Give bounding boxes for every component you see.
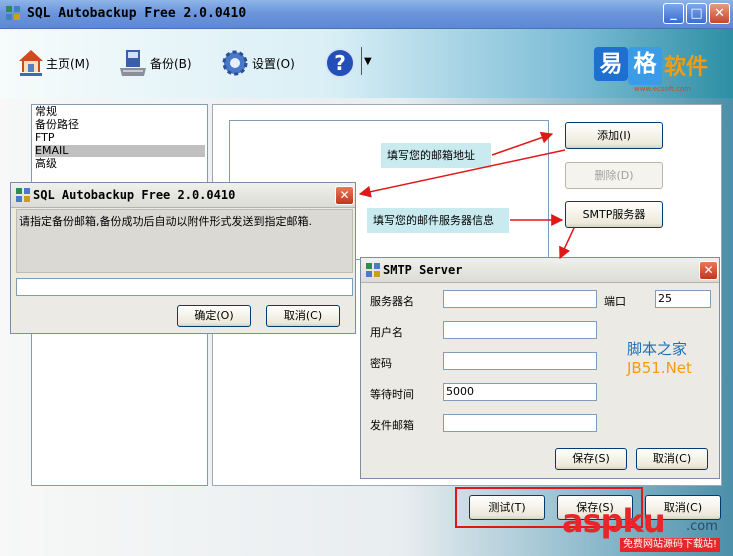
category-item-backup-path[interactable]: 备份路径 (35, 119, 79, 131)
main-titlebar[interactable]: SQL Autobackup Free 2.0.0410 _ □ ✕ (0, 0, 733, 29)
brand-logo: 易 格 软件 www.ecsoft.com (594, 47, 720, 99)
toolbar-settings-label: 设置(O) (252, 56, 295, 71)
jb51-watermark-line1: 脚本之家 (627, 338, 687, 359)
username-input[interactable] (443, 321, 597, 339)
email-dialog-ok-button[interactable]: 确定(O) (177, 305, 251, 327)
email-dialog-message: 请指定备份邮箱,备份成功后自动以附件形式发送到指定邮箱. (19, 215, 312, 228)
password-label: 密码 (370, 357, 392, 370)
app-icon (366, 263, 380, 277)
email-address-input[interactable] (16, 278, 353, 296)
timeout-label: 等待时间 (370, 388, 414, 401)
callout-mail-address: 填写您的邮箱地址 (381, 143, 491, 168)
delete-email-button[interactable]: 删除(D) (565, 162, 663, 189)
brand-glyph-2: 格 (628, 47, 662, 85)
smtp-dialog-titlebar[interactable]: SMTP Server ✕ (361, 258, 719, 283)
smtp-cancel-button[interactable]: 取消(C) (636, 448, 708, 470)
brand-subtitle: www.ecsoft.com (634, 85, 692, 93)
add-email-button[interactable]: 添加(I) (565, 122, 663, 149)
toolbar-backup-label: 备份(B) (150, 56, 192, 71)
jb51-watermark-line2: JB51.Net (627, 359, 692, 377)
brand-word: 软件 (664, 55, 709, 80)
maximize-button[interactable]: □ (686, 3, 707, 24)
aspku-logo-slogan: 免费网站源码下载站! (620, 538, 721, 552)
app-icon (6, 6, 20, 20)
sender-email-label: 发件邮箱 (370, 419, 414, 432)
email-dialog-close-button[interactable]: ✕ (335, 186, 354, 205)
aspku-logo: aspku .com 免费网站源码下载站! (562, 502, 733, 556)
smtp-dialog-close-button[interactable]: ✕ (699, 261, 718, 280)
email-dialog-cancel-button[interactable]: 取消(C) (266, 305, 340, 327)
username-label: 用户名 (370, 326, 403, 339)
smtp-server-button[interactable]: SMTP服务器 (565, 201, 663, 228)
help-dropdown-arrow-icon[interactable]: ▼ (364, 56, 372, 67)
smtp-server-dialog[interactable]: SMTP Server ✕ 服务器名 端口 25 用户名 密码 等待时间 500… (360, 257, 720, 479)
category-item-advanced[interactable]: 高级 (35, 158, 57, 170)
aspku-logo-name: aspku (562, 502, 666, 540)
sender-email-input[interactable] (443, 414, 597, 432)
help-glyph: ? (334, 51, 346, 75)
smtp-save-button[interactable]: 保存(S) (555, 448, 627, 470)
aspku-logo-tld: .com (686, 519, 718, 534)
server-name-input[interactable] (443, 290, 597, 308)
jb51-watermark-text1: 脚本之家 (627, 340, 688, 358)
email-prompt-dialog[interactable]: SQL Autobackup Free 2.0.0410 ✕ 请指定备份邮箱,备… (10, 182, 356, 334)
smtp-dialog-title: SMTP Server (383, 263, 463, 277)
main-toolbar: 主页(M) 备份(B) 设置(O) ? ▼ 易 格 软件 www.ecsoft.… (0, 29, 733, 98)
category-item-general[interactable]: 常规 (35, 106, 57, 118)
toolbar-home-button[interactable]: 主页(M) (18, 41, 90, 85)
toolbar-settings-button[interactable]: 设置(O) (220, 41, 295, 85)
backup-icon (120, 50, 146, 76)
category-item-ftp[interactable]: FTP (35, 132, 55, 144)
server-name-label: 服务器名 (370, 295, 414, 308)
jb51-watermark-text2: JB51.Net (627, 359, 692, 377)
email-dialog-message-area: 请指定备份邮箱,备份成功后自动以附件形式发送到指定邮箱. (16, 209, 353, 273)
gear-icon (222, 50, 248, 76)
callout-mail-server: 填写您的邮件服务器信息 (367, 208, 509, 233)
brand-glyph-1: 易 (594, 47, 628, 81)
home-icon (19, 50, 43, 76)
toolbar-separator (361, 47, 362, 75)
email-dialog-titlebar[interactable]: SQL Autobackup Free 2.0.0410 ✕ (11, 183, 355, 208)
window-title: SQL Autobackup Free 2.0.0410 (27, 6, 247, 21)
port-label: 端口 (604, 295, 626, 308)
port-input[interactable]: 25 (655, 290, 711, 308)
app-icon (16, 188, 30, 202)
toolbar-backup-button[interactable]: 备份(B) (118, 41, 192, 85)
close-button[interactable]: ✕ (709, 3, 730, 24)
password-input[interactable] (443, 352, 597, 370)
help-icon: ? (325, 48, 355, 78)
minimize-button[interactable]: _ (663, 3, 684, 24)
toolbar-help-button[interactable]: ? (324, 41, 356, 85)
toolbar-home-label: 主页(M) (46, 56, 90, 71)
timeout-input[interactable]: 5000 (443, 383, 597, 401)
email-dialog-title: SQL Autobackup Free 2.0.0410 (33, 188, 236, 202)
category-item-email[interactable]: EMAIL (35, 145, 205, 157)
